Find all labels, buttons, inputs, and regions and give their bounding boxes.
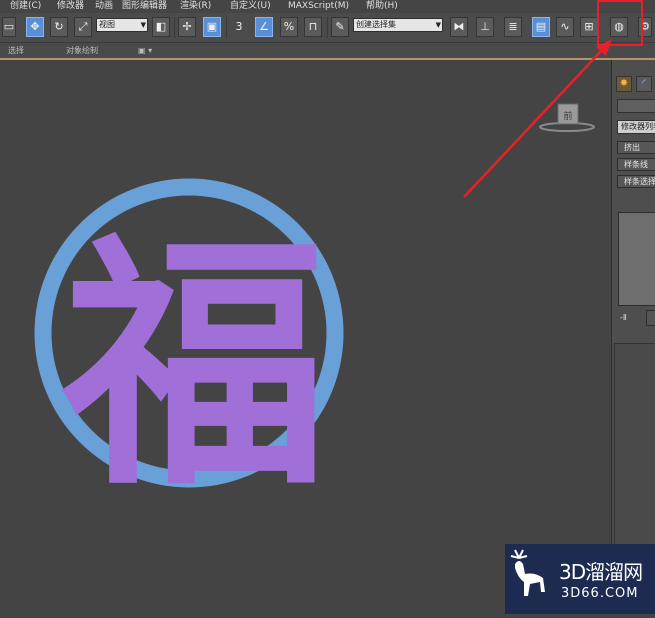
watermark: 3D溜溜网 3D66.COM	[505, 544, 655, 614]
annotation-layer	[463, 39, 612, 198]
annotation-arrow	[463, 48, 604, 198]
watermark-brand: 3D溜溜网	[559, 560, 643, 584]
watermark-url: 3D66.COM	[561, 586, 639, 601]
material-editor-highlight-box	[597, 0, 643, 46]
deer-logo-icon	[510, 549, 545, 596]
